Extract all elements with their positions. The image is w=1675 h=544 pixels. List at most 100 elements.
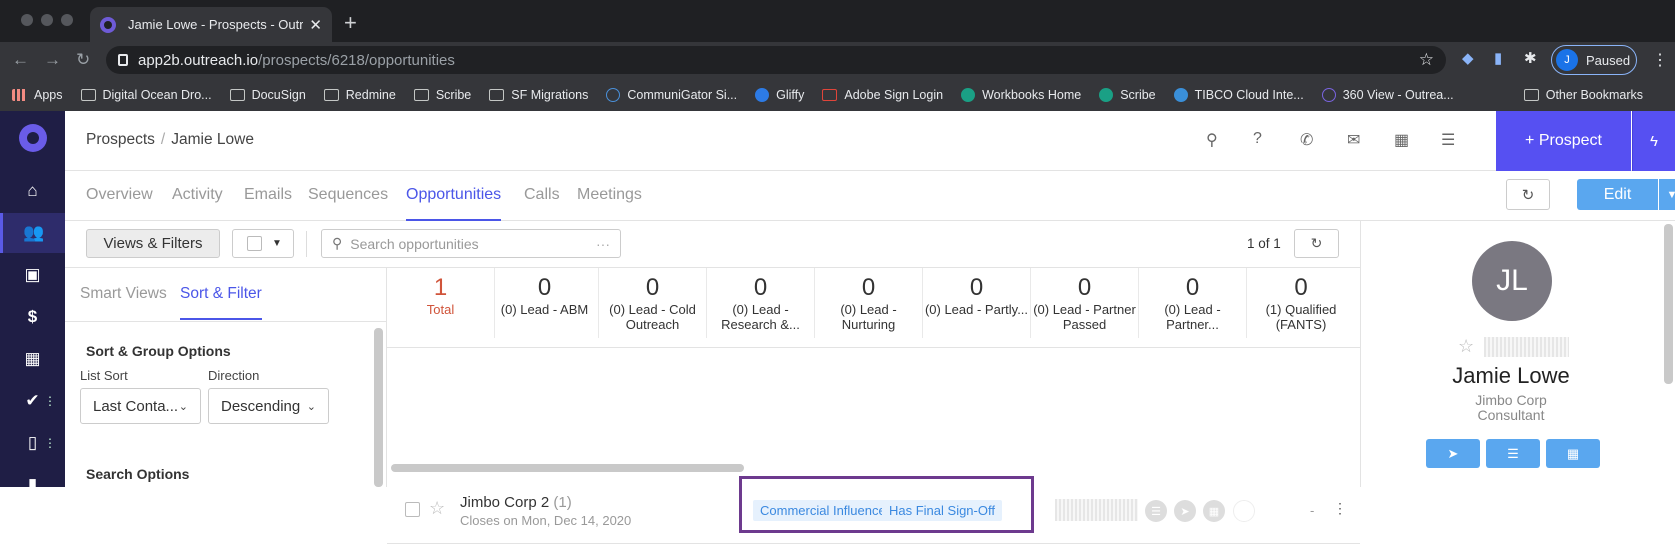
row-menu-icon[interactable]: ⋮: [1333, 500, 1347, 517]
reports-chart-icon[interactable]: ▮: [0, 465, 65, 505]
stat-total[interactable]: 1 Total: [387, 268, 495, 338]
table-row[interactable]: ☆ Jimbo Corp 2 (1) Closes on Mon, Dec 14…: [387, 476, 1360, 544]
calendar-icon[interactable]: ▦: [1203, 500, 1225, 522]
window-maximize-dot[interactable]: [61, 14, 73, 26]
row-checkbox[interactable]: [405, 502, 420, 517]
bookmark-apps[interactable]: Apps: [12, 88, 63, 102]
sequence-icon[interactable]: ☰: [1145, 500, 1167, 522]
opportunity-name[interactable]: Jimbo Corp 2 (1): [460, 494, 572, 511]
reload-icon[interactable]: ↻: [76, 50, 90, 70]
tab-emails[interactable]: Emails: [244, 186, 292, 221]
add-prospect-button[interactable]: + Prospect: [1496, 111, 1631, 171]
new-tab-button[interactable]: +: [344, 10, 357, 36]
more-dots-icon[interactable]: ⋮: [44, 436, 56, 450]
tab-smart-views[interactable]: Smart Views: [80, 285, 167, 320]
bookmark-item[interactable]: Redmine: [323, 88, 396, 102]
chevron-down-icon[interactable]: ▼: [1659, 179, 1675, 210]
stat-stage[interactable]: 0 (0) Lead - Partly...: [923, 268, 1031, 338]
extensions-puzzle-icon[interactable]: ✱: [1524, 49, 1537, 67]
bookmark-item[interactable]: 360 View - Outrea...: [1321, 87, 1454, 102]
book-meeting-button[interactable]: ▦: [1546, 439, 1600, 468]
help-icon[interactable]: ?: [1253, 130, 1262, 148]
stat-stage[interactable]: 0 (0) Lead - Partner...: [1139, 268, 1247, 338]
stat-stage[interactable]: 0 (0) Lead - Cold Outreach: [599, 268, 707, 338]
send-icon[interactable]: ➤: [1174, 500, 1196, 522]
stat-stage[interactable]: 0 (0) Lead - Nurturing: [815, 268, 923, 338]
tab-sequences[interactable]: Sequences: [308, 186, 388, 221]
bookmark-item[interactable]: DocuSign: [229, 88, 306, 102]
bookmark-item[interactable]: Scribe: [1099, 87, 1156, 102]
search-icon[interactable]: ⚲: [1206, 130, 1218, 150]
sidebar-scrollbar[interactable]: [1664, 221, 1673, 487]
select-all-dropdown[interactable]: ▼: [232, 229, 294, 258]
library-book-icon[interactable]: ▯ ⋮: [0, 423, 65, 463]
send-email-button[interactable]: ➤: [1426, 439, 1480, 468]
tab-overview[interactable]: Overview: [86, 186, 153, 221]
prospect-company[interactable]: Jimbo Corp: [1361, 392, 1661, 408]
refresh-list-button[interactable]: ↻: [1294, 229, 1339, 258]
select-all-checkbox[interactable]: [247, 236, 262, 251]
gliffy-icon: [755, 87, 770, 102]
tab-sort-filter[interactable]: Sort & Filter: [180, 285, 262, 320]
stat-stage[interactable]: 0 (1) Qualified (FANTS): [1247, 268, 1355, 338]
stat-stage[interactable]: 0 (0) Lead - Partner Passed: [1031, 268, 1139, 338]
extension-diamond-icon[interactable]: ◆: [1462, 49, 1474, 67]
edit-button[interactable]: Edit: [1577, 179, 1658, 210]
opportunities-dollar-icon[interactable]: $: [0, 297, 65, 337]
breadcrumb-prospects[interactable]: Prospects: [86, 131, 155, 148]
panel-scrollbar[interactable]: [374, 328, 383, 487]
calendar-icon[interactable]: ▦: [1394, 130, 1409, 150]
bookmark-item[interactable]: Adobe Sign Login: [822, 88, 943, 102]
stat-stage[interactable]: 0 (0) Lead - ABM: [491, 268, 599, 338]
tasks-check-icon[interactable]: ✔ ⋮: [0, 381, 65, 421]
direction-select[interactable]: Descending ⌄: [208, 388, 329, 424]
prospects-people-icon[interactable]: 👥: [0, 213, 65, 253]
bookmark-item[interactable]: Digital Ocean Dro...: [80, 88, 212, 102]
bookmark-star-icon[interactable]: ☆: [1419, 50, 1434, 70]
tag[interactable]: Has Final Sign-Off: [882, 500, 1002, 521]
scrollbar-thumb[interactable]: [1664, 224, 1673, 384]
more-dots-icon[interactable]: ···: [596, 236, 610, 252]
tab-activity[interactable]: Activity: [172, 186, 223, 221]
back-icon[interactable]: ←: [12, 50, 29, 70]
tab-calls[interactable]: Calls: [524, 186, 560, 221]
tab-opportunities[interactable]: Opportunities: [406, 186, 502, 221]
forward-icon[interactable]: →: [44, 50, 61, 70]
tab-close-icon[interactable]: ✕: [309, 16, 322, 34]
bookmark-item[interactable]: SF Migrations: [489, 88, 588, 102]
window-minimize-dot[interactable]: [41, 14, 53, 26]
home-icon[interactable]: ⌂: [0, 171, 65, 211]
tag[interactable]: Commercial Influencer: [753, 500, 898, 521]
bookmark-item[interactable]: Workbooks Home: [961, 87, 1081, 102]
outreach-logo-icon[interactable]: [19, 124, 47, 152]
refresh-button[interactable]: ↻: [1506, 179, 1550, 210]
bolt-icon[interactable]: ϟ: [1632, 111, 1675, 171]
tab-meetings[interactable]: Meetings: [577, 186, 642, 221]
phone-icon[interactable]: ✆: [1300, 130, 1313, 150]
browser-tab[interactable]: Jamie Lowe - Prospects - Outr ✕: [90, 7, 332, 42]
add-to-sequence-button[interactable]: ☰: [1486, 439, 1540, 468]
extension-bars-icon[interactable]: ▮: [1494, 49, 1502, 67]
mail-icon[interactable]: ✉: [1347, 130, 1360, 150]
views-filters-button[interactable]: Views & Filters: [86, 229, 220, 258]
star-icon[interactable]: ☆: [1458, 336, 1474, 357]
profile-avatar: J: [1556, 49, 1578, 71]
stats-scrollbar[interactable]: [391, 464, 744, 472]
accounts-briefcase-icon[interactable]: ▣: [0, 255, 65, 295]
search-input[interactable]: ⚲ Search opportunities ···: [321, 229, 621, 258]
tasks-list-icon[interactable]: ☰: [1441, 130, 1455, 150]
other-bookmarks[interactable]: Other Bookmarks: [1523, 78, 1643, 111]
window-close-dot[interactable]: [21, 14, 33, 26]
bookmark-item[interactable]: Scribe: [413, 88, 471, 102]
url-bar[interactable]: app2b.outreach.io/prospects/6218/opportu…: [106, 46, 1446, 74]
star-icon[interactable]: ☆: [429, 498, 445, 519]
profile-button[interactable]: J Paused: [1551, 45, 1637, 75]
bookmark-item[interactable]: Gliffy: [755, 87, 804, 102]
bookmark-item[interactable]: CommuniGator Si...: [606, 87, 737, 102]
bookmark-item[interactable]: TIBCO Cloud Inte...: [1173, 87, 1304, 102]
more-dots-icon[interactable]: ⋮: [44, 394, 56, 408]
browser-menu-icon[interactable]: ⋮: [1652, 50, 1668, 70]
stat-stage[interactable]: 0 (0) Lead - Research &...: [707, 268, 815, 338]
meetings-calendar-icon[interactable]: ▦: [0, 339, 65, 379]
list-sort-select[interactable]: Last Conta... ⌄: [80, 388, 201, 424]
